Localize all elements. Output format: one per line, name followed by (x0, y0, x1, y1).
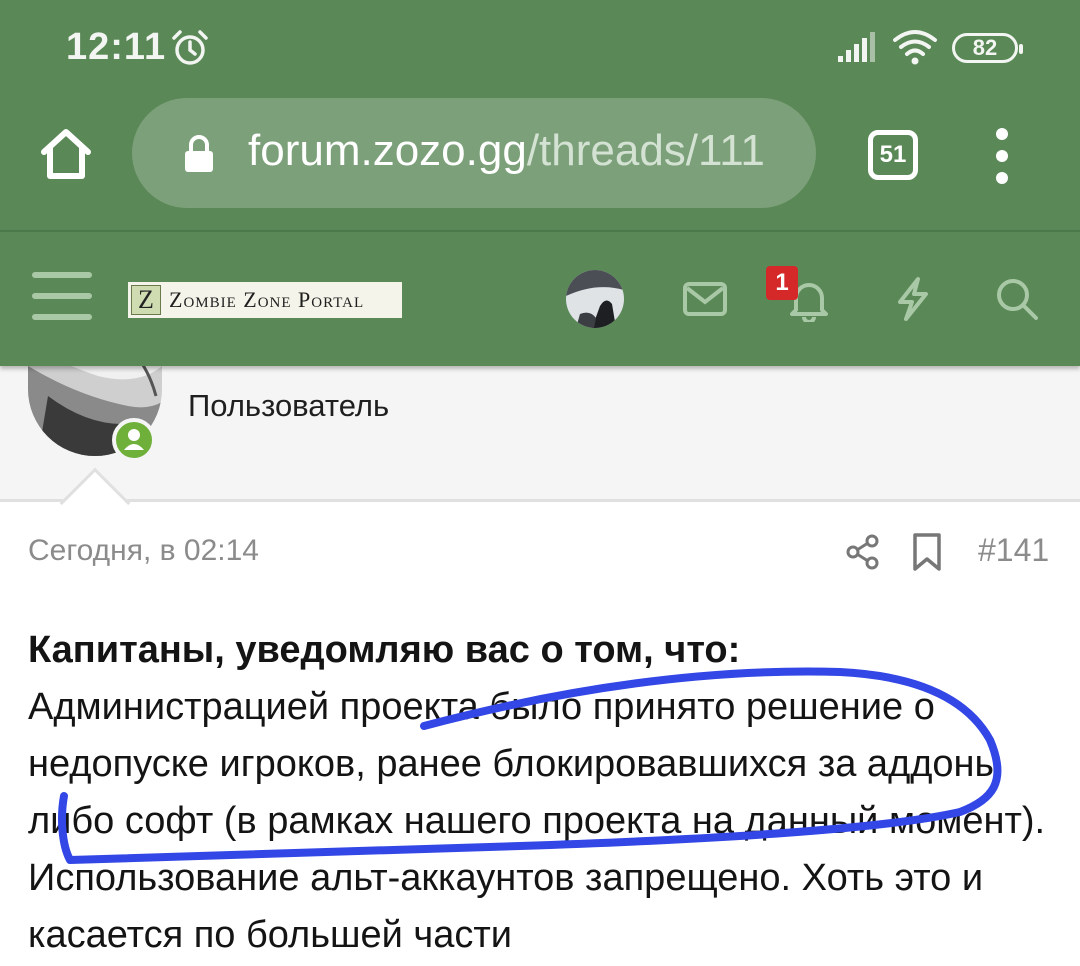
post-number[interactable]: #141 (978, 532, 1049, 569)
bookmark-icon[interactable] (912, 532, 942, 572)
more-vert-icon[interactable] (992, 128, 1012, 184)
forum-header: Z Zombie Zone Portal 1 (0, 230, 1080, 366)
logo-mark: Z (131, 285, 161, 315)
post-date[interactable]: Сегодня, в 02:14 (28, 534, 259, 568)
alarm-icon (172, 30, 208, 65)
url-text[interactable]: forum.zozo.gg/threads/111 (248, 126, 808, 176)
speech-pointer (59, 467, 131, 539)
user-role: Пользователь (188, 388, 390, 423)
post-lead: Капитаны, уведомляю вас о том, что: (28, 629, 741, 671)
battery-icon: 82 (952, 33, 1023, 63)
search-icon[interactable] (994, 276, 1040, 322)
address-bar[interactable]: forum.zozo.gg/threads/111 (132, 98, 816, 208)
avatar[interactable] (566, 270, 624, 328)
status-bar: 12:11 82 (0, 0, 1080, 96)
tabs-button[interactable]: 51 (868, 130, 918, 180)
menu-icon[interactable] (32, 272, 92, 320)
url-host: forum.zozo.gg (248, 126, 527, 175)
wifi-icon (893, 30, 937, 65)
url-path: /threads/111 (526, 126, 765, 175)
logo-text: Zombie Zone Portal (169, 287, 365, 312)
status-time: 12:11 (66, 26, 167, 68)
post-author-block: Пользователь (0, 306, 1080, 539)
notification-badge: 1 (766, 266, 798, 300)
lightning-icon[interactable] (890, 276, 936, 322)
post-text: Администрацией проекта было принято реше… (28, 686, 1046, 956)
browser-toolbar: forum.zozo.gg/threads/111 51 (0, 96, 1080, 230)
signal-icon (838, 32, 875, 62)
share-icon[interactable] (846, 534, 880, 570)
online-status-icon (112, 418, 156, 462)
post-content: Капитаны, уведомляю вас о том, что: Адми… (28, 622, 1068, 964)
site-logo[interactable]: Z Zombie Zone Portal (128, 282, 402, 318)
mail-icon[interactable] (682, 276, 728, 322)
lock-icon (185, 135, 213, 172)
home-icon[interactable] (38, 126, 94, 182)
